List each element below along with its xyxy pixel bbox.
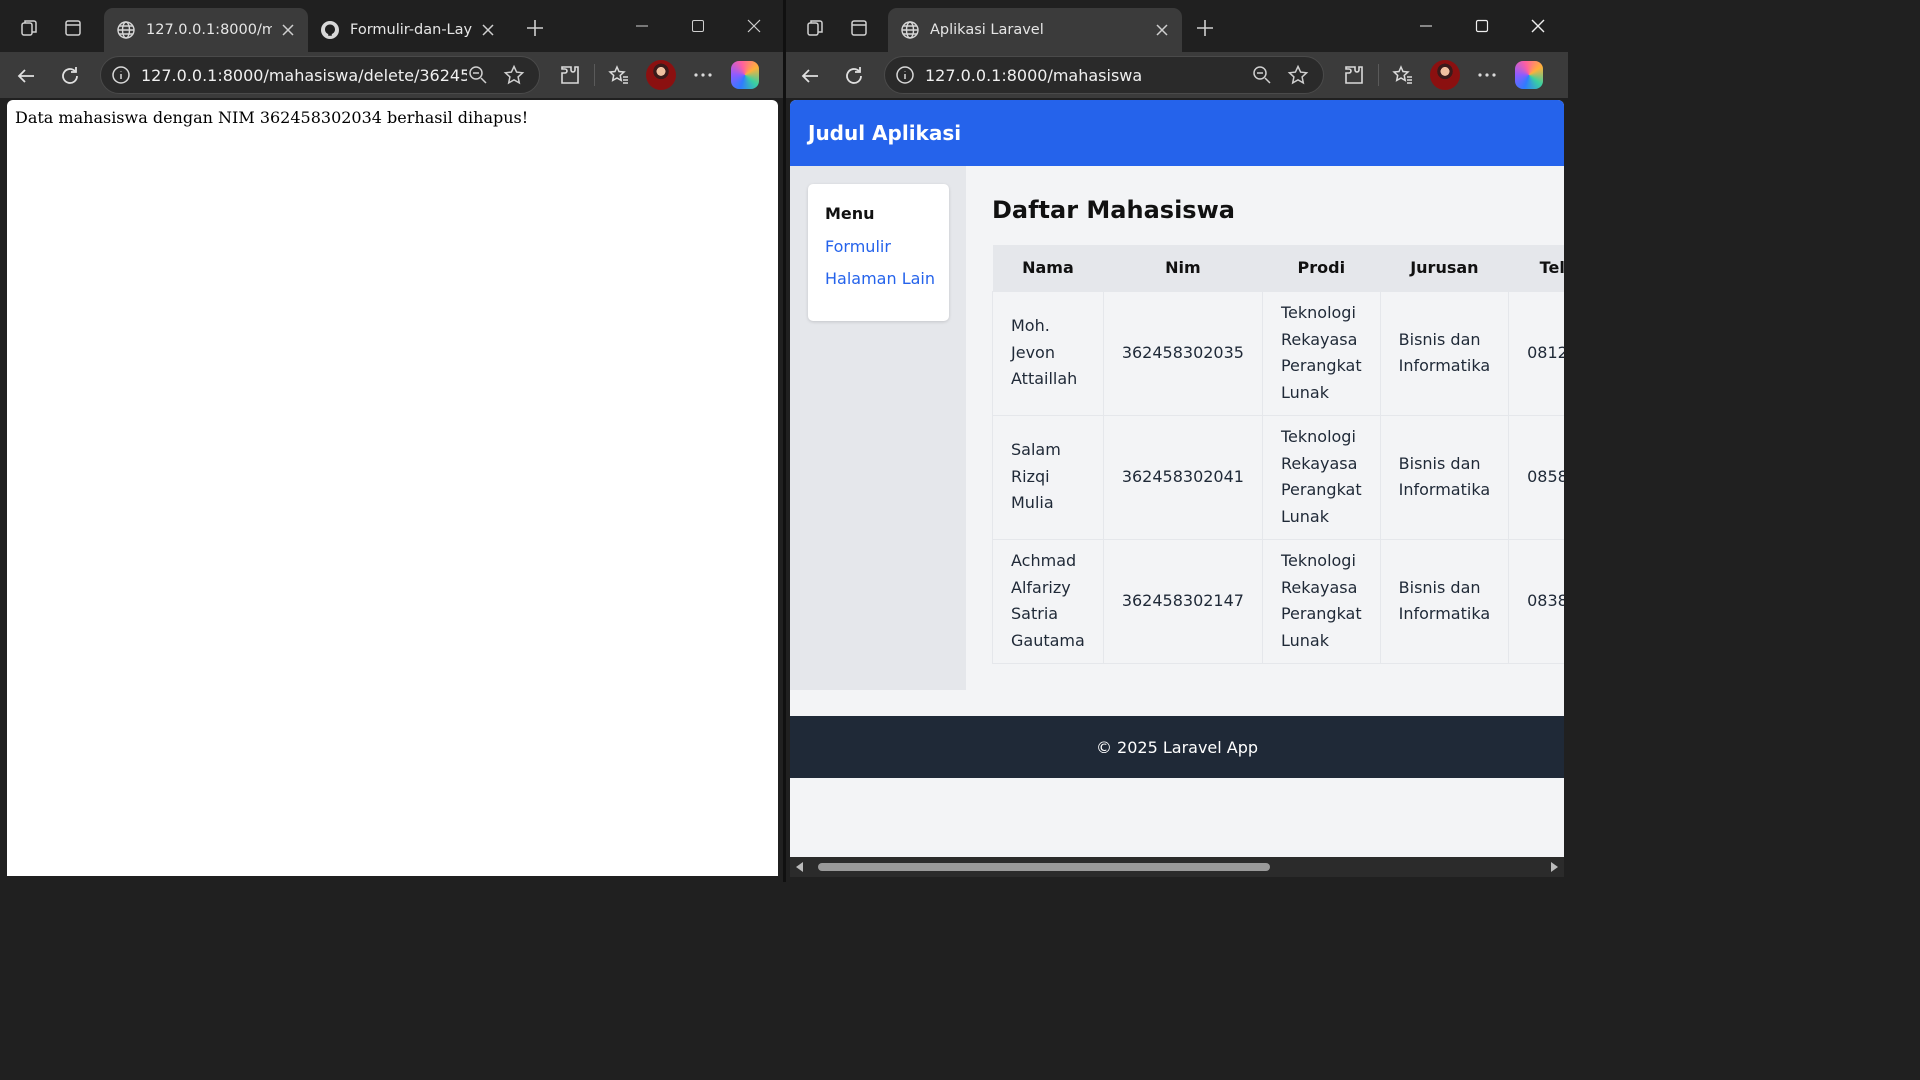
column-header: Nim: [1103, 245, 1263, 291]
menu-card: Menu Formulir Halaman Lain: [808, 184, 949, 321]
tab-title: Aplikasi Laravel: [930, 22, 1044, 38]
table-row: Moh. Jevon Attaillah 362458302035 Teknol…: [992, 290, 1564, 416]
column-header: Jurusan: [1380, 245, 1509, 291]
toolbar-divider: [1378, 64, 1379, 86]
tab-actions-icon[interactable]: [56, 12, 90, 44]
table-row: Salam Rizqi Mulia 362458302041 Teknologi…: [992, 414, 1564, 540]
zoom-out-icon[interactable]: [1251, 64, 1273, 86]
extensions-icon[interactable]: [552, 58, 588, 92]
workspaces-icon[interactable]: [798, 12, 832, 44]
cell-nim: 362458302147: [1102, 538, 1263, 664]
close-tab-icon[interactable]: [1154, 22, 1170, 38]
github-icon: [321, 21, 339, 39]
favorite-star-icon[interactable]: [503, 64, 525, 86]
minimize-icon[interactable]: [1398, 8, 1454, 44]
tab-github[interactable]: Formulir-dan-Layout: [308, 8, 508, 52]
info-icon[interactable]: [111, 65, 131, 85]
page-title: Daftar Mahasiswa: [992, 196, 1235, 224]
maximize-icon[interactable]: [670, 8, 726, 44]
cell-nama: Achmad Alfarizy Satria Gautama: [992, 538, 1104, 664]
column-header: Prodi: [1262, 245, 1381, 291]
address-url[interactable]: 127.0.0.1:8000/mahasiswa: [925, 66, 1251, 85]
tab-title: Formulir-dan-Layout: [350, 22, 472, 38]
tab-delete-page[interactable]: 127.0.0.1:8000/mahasiswa/delete/36245830…: [104, 8, 308, 52]
close-tab-icon[interactable]: [480, 22, 496, 38]
refresh-icon[interactable]: [838, 60, 870, 92]
browser-window-left: 127.0.0.1:8000/mahasiswa/delete/36245830…: [0, 0, 783, 882]
favorites-icon[interactable]: [1385, 58, 1421, 92]
tab-title: 127.0.0.1:8000/mahasiswa/delete/36245830…: [146, 22, 272, 38]
app-header: Judul Aplikasi: [790, 100, 1564, 166]
profile-avatar[interactable]: [643, 58, 679, 92]
table-row: Achmad Alfarizy Satria Gautama 362458302…: [992, 538, 1564, 664]
cell-nama: Moh. Jevon Attaillah: [992, 290, 1104, 416]
info-icon[interactable]: [895, 65, 915, 85]
copilot-icon[interactable]: [1511, 58, 1547, 92]
sidebar: Menu Formulir Halaman Lain: [790, 166, 966, 690]
cell-jurusan: Bisnis dan Informatika: [1379, 538, 1510, 664]
column-header: Tele: [1508, 245, 1564, 291]
tab-bar: Aplikasi Laravel: [786, 0, 1568, 52]
back-icon[interactable]: [794, 60, 826, 92]
cell-nim: 362458302041: [1102, 414, 1263, 540]
delete-success-message: Data mahasiswa dengan NIM 362458302034 b…: [15, 108, 529, 127]
tab-bar: 127.0.0.1:8000/mahasiswa/delete/36245830…: [0, 0, 783, 52]
new-tab-button[interactable]: [520, 14, 550, 42]
refresh-icon[interactable]: [54, 60, 86, 92]
tab-actions-icon[interactable]: [842, 12, 876, 44]
cell-nama: Salam Rizqi Mulia: [992, 414, 1104, 540]
close-window-icon[interactable]: [726, 8, 782, 44]
close-tab-icon[interactable]: [280, 22, 296, 38]
globe-icon: [901, 21, 919, 39]
browser-toolbar: 127.0.0.1:8000/mahasiswa/delete/36245...: [0, 52, 783, 98]
profile-avatar[interactable]: [1427, 58, 1463, 92]
extensions-icon[interactable]: [1336, 58, 1372, 92]
close-window-icon[interactable]: [1510, 8, 1566, 44]
favorite-star-icon[interactable]: [1287, 64, 1309, 86]
address-bar[interactable]: 127.0.0.1:8000/mahasiswa: [884, 56, 1324, 94]
cell-nim: 362458302035: [1102, 290, 1263, 416]
zoom-out-icon[interactable]: [467, 64, 489, 86]
page-content: Data mahasiswa dengan NIM 362458302034 b…: [7, 100, 778, 876]
address-bar[interactable]: 127.0.0.1:8000/mahasiswa/delete/36245...: [100, 56, 540, 94]
cell-telepon: 083897: [1508, 538, 1564, 664]
copilot-icon[interactable]: [727, 58, 763, 92]
scroll-thumb[interactable]: [818, 863, 1270, 871]
menu-link-formulir[interactable]: Formulir: [825, 237, 932, 256]
horizontal-scrollbar[interactable]: [790, 857, 1564, 877]
new-tab-button[interactable]: [1190, 14, 1220, 42]
scroll-left-icon[interactable]: [796, 862, 803, 872]
cell-jurusan: Bisnis dan Informatika: [1379, 290, 1510, 416]
column-header: Nama: [992, 245, 1104, 291]
page-content: Judul Aplikasi Menu Formulir Halaman Lai…: [790, 100, 1564, 857]
cell-prodi: Teknologi Rekayasa Perangkat Lunak: [1261, 290, 1381, 416]
menu-link-halaman-lain[interactable]: Halaman Lain: [825, 269, 935, 288]
cell-prodi: Teknologi Rekayasa Perangkat Lunak: [1261, 414, 1381, 540]
address-url[interactable]: 127.0.0.1:8000/mahasiswa/delete/36245...: [141, 66, 467, 85]
globe-icon: [117, 21, 135, 39]
browser-toolbar: 127.0.0.1:8000/mahasiswa: [786, 52, 1568, 98]
cell-jurusan: Bisnis dan Informatika: [1379, 414, 1510, 540]
cell-telepon: 085815: [1508, 414, 1564, 540]
tab-aplikasi-laravel[interactable]: Aplikasi Laravel: [888, 8, 1182, 52]
more-options-icon[interactable]: [1469, 58, 1505, 92]
workspaces-icon[interactable]: [12, 12, 46, 44]
mahasiswa-table: Nama Nim Prodi Jurusan Tele Moh. Jevon A…: [992, 245, 1564, 664]
maximize-icon[interactable]: [1454, 8, 1510, 44]
cell-prodi: Teknologi Rekayasa Perangkat Lunak: [1261, 538, 1381, 664]
cell-telepon: 081238: [1508, 290, 1564, 416]
table-header-row: Nama Nim Prodi Jurusan Tele: [992, 245, 1564, 291]
app-footer: © 2025 Laravel App: [790, 716, 1564, 778]
menu-title: Menu: [825, 204, 875, 223]
browser-window-right: Aplikasi Laravel 127.0.0.1:8000/mahasisw…: [786, 0, 1568, 882]
minimize-icon[interactable]: [614, 8, 670, 44]
more-options-icon[interactable]: [685, 58, 721, 92]
scroll-right-icon[interactable]: [1551, 862, 1558, 872]
back-icon[interactable]: [10, 60, 42, 92]
toolbar-divider: [594, 64, 595, 86]
favorites-icon[interactable]: [601, 58, 637, 92]
